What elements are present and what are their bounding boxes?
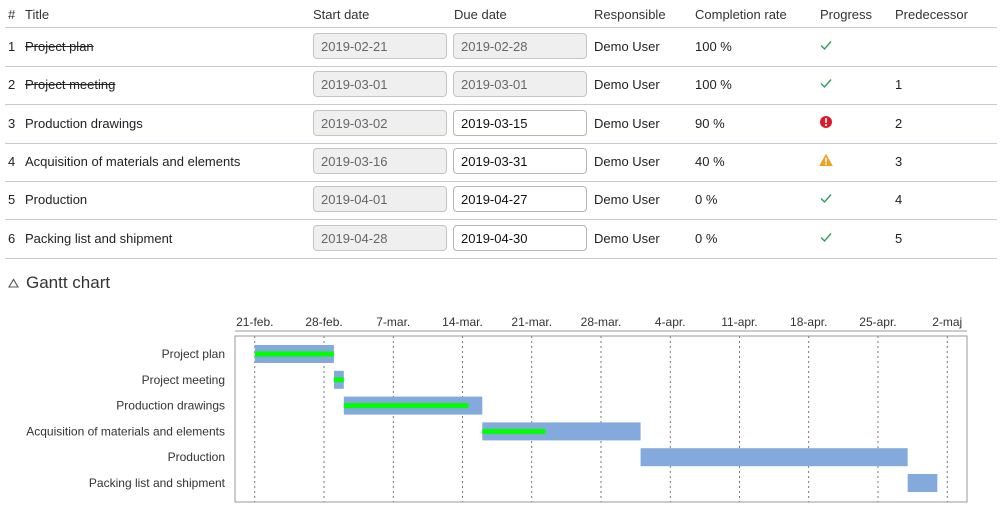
gantt-tick-label: 11-apr. [721, 315, 757, 329]
completion-rate: 40 % [695, 153, 725, 169]
task-title[interactable]: Acquisition of materials and elements [25, 154, 240, 169]
gantt-task-bar [907, 474, 938, 492]
warning-icon [819, 153, 833, 166]
row-number: 4 [8, 153, 16, 169]
column-header-progress[interactable]: Progress [820, 7, 872, 22]
table-header: # Title Start date Due date Responsible … [0, 0, 1006, 28]
gantt-task-bar [640, 448, 908, 467]
gantt-progress-bar [254, 351, 334, 357]
start-date-field: 2019-04-28 [313, 224, 447, 251]
progress-status [818, 75, 834, 91]
gantt-chart: 21-feb. 28-feb. 7-mar. 14-mar. 21-mar. 28-mar… [26, 315, 968, 503]
responsible-user: Demo User [594, 77, 660, 93]
gantt-tick-label: 28-mar. [581, 315, 622, 329]
progress-status [818, 152, 834, 168]
gantt-tick-label: 7-mar. [376, 315, 410, 329]
table-row[interactable]: 1 Project plan 2019-02-21 2019-02-28 Demo Us… [5, 28, 997, 67]
error-icon [820, 115, 832, 128]
responsible-user: Demo User [594, 153, 660, 169]
predecessor: 5 [895, 230, 903, 246]
responsible-user: Demo User [594, 115, 660, 131]
progress-status [818, 114, 834, 130]
progress-status [818, 229, 834, 245]
start-date-field: 2019-03-02 [313, 109, 447, 136]
due-date-field: 2019-03-01 [453, 71, 587, 98]
table-row[interactable]: 5 Production 2019-04-01 2019-04-27 Demo User… [5, 181, 997, 221]
gantt-tick-label: 18-apr. [790, 315, 827, 329]
task-title[interactable]: Project meeting [25, 77, 115, 92]
due-date-field[interactable]: 2019-04-27 [453, 186, 587, 213]
row-number: 3 [8, 115, 16, 131]
gantt-task-label: Production drawings [116, 399, 225, 413]
due-date-field[interactable]: 2019-03-15 [453, 109, 587, 136]
gantt-tick-label: 4-apr. [655, 315, 686, 329]
task-title[interactable]: Production [25, 192, 87, 207]
start-date-field: 2019-03-01 [313, 71, 447, 98]
table-row[interactable]: 2 Project meeting 2019-03-01 2019-03-01 Demo… [5, 66, 997, 106]
column-header-number: # [8, 7, 16, 22]
task-title[interactable]: Packing list and shipment [25, 231, 172, 246]
table-row[interactable]: 3 Production drawings 2019-03-02 2019-03-15… [5, 105, 997, 144]
gantt-task-label: Acquisition of materials and elements [26, 424, 225, 438]
row-number: 1 [8, 39, 16, 54]
check-icon [820, 41, 832, 51]
gantt-task-label: Packing list and shipment [89, 476, 226, 490]
column-header-completion-rate[interactable]: Completion rate [695, 7, 787, 22]
row-number: 2 [8, 77, 16, 93]
start-date-field: 2019-03-16 [313, 147, 447, 174]
gantt-section-title: Gantt chart [26, 273, 111, 292]
progress-status [818, 190, 834, 206]
task-title[interactable]: Production drawings [25, 116, 143, 131]
gantt-task-label: Project plan [162, 347, 225, 361]
task-title[interactable]: Project plan [25, 39, 94, 54]
column-header-start-date[interactable]: Start date [313, 7, 369, 22]
column-header-predecessor[interactable]: Predecessor [895, 7, 968, 22]
gantt-progress-bar [482, 428, 546, 434]
predecessor: 4 [895, 192, 903, 208]
gantt-tick-label: 28-feb. [305, 315, 342, 329]
due-date-field[interactable]: 2019-03-31 [453, 147, 587, 174]
gantt-task-label: Production [168, 450, 225, 464]
check-icon [820, 194, 832, 204]
collapse-triangle-icon[interactable] [8, 278, 19, 289]
start-date-field: 2019-02-21 [313, 33, 447, 59]
completion-rate: 0 % [695, 192, 718, 208]
completion-rate: 90 % [695, 115, 725, 131]
gantt-tick-label: 21-mar. [511, 315, 552, 329]
start-date-field: 2019-04-01 [313, 186, 447, 213]
responsible-user: Demo User [594, 230, 660, 246]
gantt-task-label: Project meeting [142, 373, 225, 387]
gantt-tick-label: 2-maj [932, 315, 962, 329]
column-header-title[interactable]: Title [25, 7, 49, 22]
predecessor: 3 [895, 153, 903, 169]
row-number: 6 [8, 230, 16, 246]
responsible-user: Demo User [594, 39, 660, 54]
check-icon [820, 79, 832, 89]
completion-rate: 100 % [695, 39, 732, 54]
predecessor: 1 [895, 77, 903, 93]
column-header-due-date[interactable]: Due date [454, 7, 507, 22]
due-date-field[interactable]: 2019-04-30 [453, 224, 587, 251]
gantt-progress-bar [333, 377, 344, 383]
gantt-progress-bar [343, 403, 469, 409]
row-number: 5 [8, 192, 16, 208]
completion-rate: 0 % [695, 230, 718, 246]
column-header-responsible[interactable]: Responsible [594, 7, 666, 22]
table-row[interactable]: 6 Packing list and shipment 2019-04-28 2019… [5, 220, 997, 259]
gantt-tick-label: 25-apr. [859, 315, 896, 329]
check-icon [820, 232, 832, 242]
progress-status [818, 37, 834, 53]
predecessor: 2 [895, 115, 903, 131]
table-row[interactable]: 4 Acquisition of materials and elements 20… [5, 143, 997, 182]
gantt-tick-label: 21-feb. [236, 315, 273, 329]
responsible-user: Demo User [594, 192, 660, 208]
completion-rate: 100 % [695, 77, 732, 93]
due-date-field: 2019-02-28 [453, 33, 587, 59]
gantt-tick-label: 14-mar. [442, 315, 483, 329]
